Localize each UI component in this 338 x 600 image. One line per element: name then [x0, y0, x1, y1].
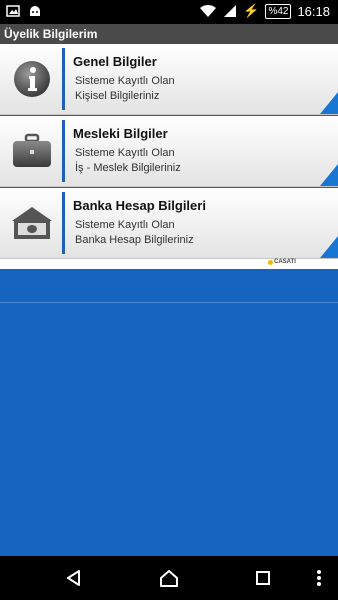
back-button[interactable]	[60, 566, 88, 590]
card-accent-bar	[62, 120, 65, 182]
info-icon	[8, 56, 56, 102]
charging-icon: ⚡	[243, 3, 260, 18]
android-icon	[30, 6, 40, 16]
briefcase-icon	[8, 128, 56, 174]
card-subtitle-line1: Sisteme Kayıtlı Olan	[75, 219, 175, 231]
battery-indicator: %42	[265, 3, 292, 19]
recents-button[interactable]	[249, 566, 277, 590]
card-corner-marker	[320, 236, 338, 258]
card-mesleki-bilgiler[interactable]: Mesleki Bilgiler Sisteme Kayıtlı Olan İş…	[0, 116, 338, 187]
content-area: Genel Bilgiler Sisteme Kayıtlı Olan Kişi…	[0, 44, 338, 556]
card-banka-hesap-bilgileri[interactable]: Banka Hesap Bilgileri Sisteme Kayıtlı Ol…	[0, 188, 338, 259]
navigation-bar	[0, 556, 338, 600]
divider	[0, 302, 338, 303]
image-notification-icon	[6, 5, 20, 17]
brand-strip: CASATI	[0, 259, 338, 269]
card-subtitle-line1: Sisteme Kayıtlı Olan	[75, 75, 175, 87]
logo-mark-icon	[268, 259, 273, 265]
card-subtitle-line2: Kişisel Bilgileriniz	[75, 90, 160, 102]
card-corner-marker	[320, 164, 338, 186]
card-title: Banka Hesap Bilgileri	[73, 198, 206, 213]
card-subtitle-line2: İş - Meslek Bilgileriniz	[75, 162, 181, 174]
clock: 16:18	[297, 3, 330, 19]
home-icon	[160, 570, 178, 587]
more-vert-icon	[317, 570, 321, 586]
card-accent-bar	[62, 48, 65, 110]
card-genel-bilgiler[interactable]: Genel Bilgiler Sisteme Kayıtlı Olan Kişi…	[0, 44, 338, 115]
signal-icon	[224, 5, 237, 17]
recents-icon	[256, 571, 270, 585]
home-button[interactable]	[155, 566, 183, 590]
status-bar: ⚡ %42 16:18	[0, 0, 338, 24]
money-icon	[8, 200, 56, 246]
back-icon	[67, 570, 80, 586]
card-accent-bar	[62, 192, 65, 254]
overflow-menu-button[interactable]	[305, 566, 333, 590]
card-corner-marker	[320, 92, 338, 114]
wifi-icon	[200, 4, 217, 17]
card-subtitle-line1: Sisteme Kayıtlı Olan	[75, 147, 175, 159]
card-subtitle-line2: Banka Hesap Bilgileriniz	[75, 234, 194, 246]
card-title: Mesleki Bilgiler	[73, 126, 168, 141]
brand-logo: CASATI	[268, 259, 296, 265]
page-title: Üyelik Bilgilerim	[0, 24, 338, 44]
card-title: Genel Bilgiler	[73, 54, 157, 69]
